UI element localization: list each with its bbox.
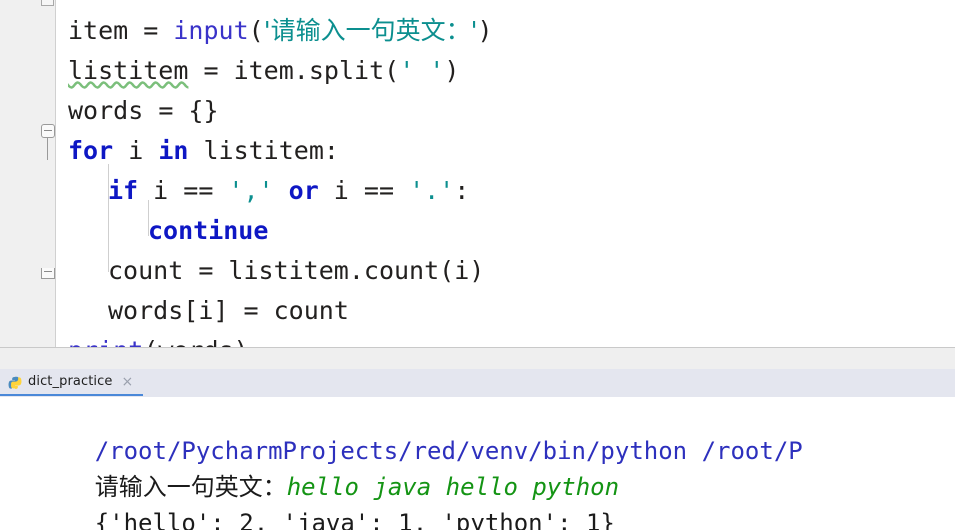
tool-window-divider[interactable] [0,347,955,370]
code-token: '.' [409,176,455,205]
code-text-area[interactable]: item = input('请输入一句英文：') listitem = item… [56,0,955,347]
console-result-text: {'hello': 2, 'java': 1, 'python': 1} [94,509,615,530]
indent-guide-level-1 [108,164,109,272]
code-token: in [158,136,189,165]
fold-region-top-marker[interactable] [41,0,54,6]
code-token: i == [318,176,410,205]
code-line-words-dict[interactable]: words = {} [56,91,955,131]
code-token: count [273,296,349,325]
run-tool-window: dict_practice × /root/PycharmProjects/re… [0,369,955,530]
code-token: ',' [228,176,274,205]
code-token: count [363,256,440,285]
editor-gutter[interactable] [0,0,55,347]
console-user-input-text: hello java hello python [286,473,620,501]
code-token: = [243,296,274,325]
code-token: input [173,16,249,45]
code-token: i [113,136,159,165]
code-token: ( [248,16,264,45]
code-line-item-input[interactable]: item = input('请输入一句英文：') [56,11,955,51]
code-token: ) [444,56,460,85]
code-line-for-loop[interactable]: for i in listitem: [56,131,955,171]
fold-guide-line [47,138,48,160]
code-line-if-punct[interactable]: if i == ',' or i == '.': [56,171,955,211]
code-token: listitem [228,256,349,285]
run-tab-label: dict_practice [28,374,113,389]
code-token: = [198,256,229,285]
code-line-count[interactable]: count = listitem.count(i) [56,251,955,291]
code-token: ( [439,256,455,285]
code-token: = [143,16,174,45]
run-tab-bar: dict_practice × [0,369,955,398]
code-token: item [68,16,144,45]
code-token: (words) [143,336,248,347]
code-token: item [233,56,294,85]
console-command-line: /root/PycharmProjects/red/venv/bin/pytho… [8,397,955,465]
code-token: i [454,256,470,285]
code-token: or [288,176,319,205]
code-token: = {} [158,96,219,125]
indent-guide-level-2 [148,200,149,236]
code-token: words [68,96,159,125]
code-token: ( [384,56,400,85]
code-token: . [293,56,309,85]
code-token: i == [138,176,229,205]
code-token: = [188,56,234,85]
code-token: ) [469,256,485,285]
code-token: ) [477,16,493,45]
code-token: ' ' [399,56,445,85]
code-token: listitem [188,136,324,165]
code-editor-pane[interactable]: item = input('请输入一句英文：') listitem = item… [0,0,955,347]
code-token: ] [213,296,244,325]
code-line-continue[interactable]: continue [56,211,955,251]
code-token: . [348,256,364,285]
code-token: continue [148,216,269,245]
python-file-icon [8,375,22,389]
code-token: [ [183,296,199,325]
code-token: split [308,56,385,85]
code-token: for [68,136,114,165]
code-token: listitem [68,56,189,85]
fold-toggle-for-loop[interactable] [41,124,55,138]
console-output[interactable]: /root/PycharmProjects/red/venv/bin/pytho… [0,397,955,530]
close-icon[interactable]: × [121,375,133,389]
code-line-listitem-split[interactable]: listitem = item.split(' ') [56,51,955,91]
code-token: print [68,336,143,347]
code-line-words-assign[interactable]: words[i] = count [56,291,955,331]
console-command-text: /root/PycharmProjects/red/venv/bin/pytho… [94,437,803,465]
code-token: count [108,256,199,285]
code-token: if [108,176,139,205]
run-tab-dict-practice[interactable]: dict_practice × [0,369,144,396]
console-prompt-text: 请输入一句英文： [94,473,287,501]
code-token: words [108,296,184,325]
code-token: : [454,176,470,205]
fold-block-end-marker[interactable] [41,268,55,279]
code-token: '请输入一句英文：' [263,16,478,45]
code-line-print[interactable]: print(words) [56,331,955,347]
code-token: : [323,136,339,165]
code-token: i [198,296,214,325]
